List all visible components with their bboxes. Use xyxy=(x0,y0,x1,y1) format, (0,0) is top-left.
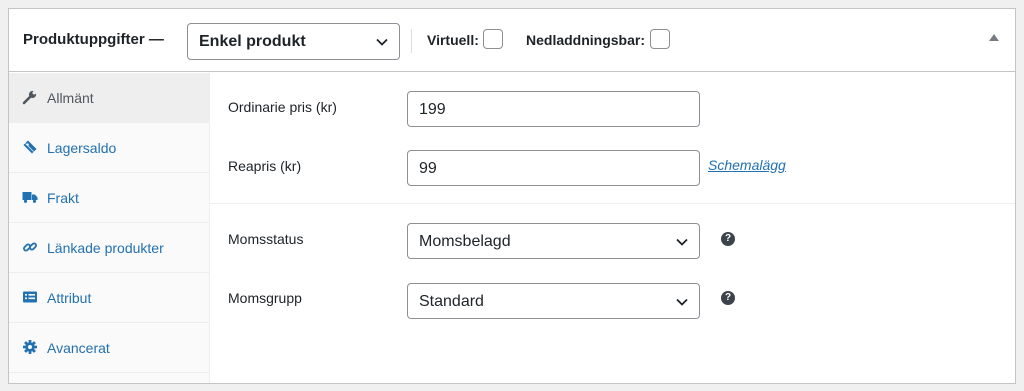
panel-header: Produktuppgifter — Enkel produkt Virtuel… xyxy=(9,9,1015,72)
chevron-down-icon xyxy=(376,38,388,46)
link-icon xyxy=(23,242,37,252)
product-type-select[interactable]: Enkel produkt xyxy=(187,23,400,60)
panel-title: Produktuppgifter — xyxy=(23,31,164,48)
tab-inventory-label: Lagersaldo xyxy=(47,140,117,156)
tab-attributes-label: Attribut xyxy=(47,290,92,306)
tab-linked-products-label: Länkade produkter xyxy=(47,240,164,256)
sale-price-label: Reapris (kr) xyxy=(228,158,302,174)
product-data-tabs: Allmänt Lagersaldo Frakt Länkade produkt… xyxy=(9,73,210,383)
tax-status-select[interactable]: Momsbelagd xyxy=(407,223,700,259)
virtual-checkbox[interactable] xyxy=(483,29,503,49)
sale-price-input[interactable]: 99 xyxy=(407,150,700,186)
tax-class-value: Standard xyxy=(419,293,484,310)
downloadable-label: Nedladdningsbar: xyxy=(526,32,646,48)
virtual-label: Virtuell: xyxy=(427,32,479,48)
tax-status-label: Momsstatus xyxy=(228,231,304,247)
product-type-value: Enkel produkt xyxy=(199,33,306,50)
general-options-panel: Ordinarie pris (kr) 199 Reapris (kr) 99 … xyxy=(210,73,1015,383)
sale-price-value: 99 xyxy=(419,160,437,177)
wrench-icon xyxy=(22,90,37,105)
gear-icon xyxy=(23,340,37,354)
tax-class-help-icon[interactable]: ? xyxy=(721,291,735,305)
list-icon xyxy=(23,291,37,303)
header-separator xyxy=(411,29,412,53)
tab-inventory[interactable]: Lagersaldo xyxy=(9,123,209,173)
tab-general[interactable]: Allmänt xyxy=(9,73,209,123)
tax-class-label: Momsgrupp xyxy=(228,290,302,306)
regular-price-input[interactable]: 199 xyxy=(407,91,700,127)
truck-icon xyxy=(22,192,38,203)
chevron-down-icon xyxy=(676,238,688,246)
tab-shipping[interactable]: Frakt xyxy=(9,173,209,223)
tab-general-label: Allmänt xyxy=(47,90,94,106)
tab-advanced-label: Avancerat xyxy=(47,340,110,356)
schedule-link[interactable]: Schemalägg xyxy=(708,157,786,173)
tax-status-help-icon[interactable]: ? xyxy=(721,232,735,246)
chevron-down-icon xyxy=(676,298,688,306)
collapse-arrow-icon[interactable] xyxy=(989,34,999,41)
product-data-panel: Produktuppgifter — Enkel produkt Virtuel… xyxy=(8,8,1016,384)
tab-advanced[interactable]: Avancerat xyxy=(9,323,209,373)
tax-status-value: Momsbelagd xyxy=(419,233,511,250)
tag-icon xyxy=(23,140,37,154)
tab-attributes[interactable]: Attribut xyxy=(9,273,209,323)
tax-class-select[interactable]: Standard xyxy=(407,283,700,319)
regular-price-value: 199 xyxy=(419,101,446,118)
tab-shipping-label: Frakt xyxy=(47,190,79,206)
regular-price-label: Ordinarie pris (kr) xyxy=(228,99,337,115)
tab-linked-products[interactable]: Länkade produkter xyxy=(9,223,209,273)
downloadable-checkbox[interactable] xyxy=(650,29,670,49)
section-divider xyxy=(210,203,1015,204)
